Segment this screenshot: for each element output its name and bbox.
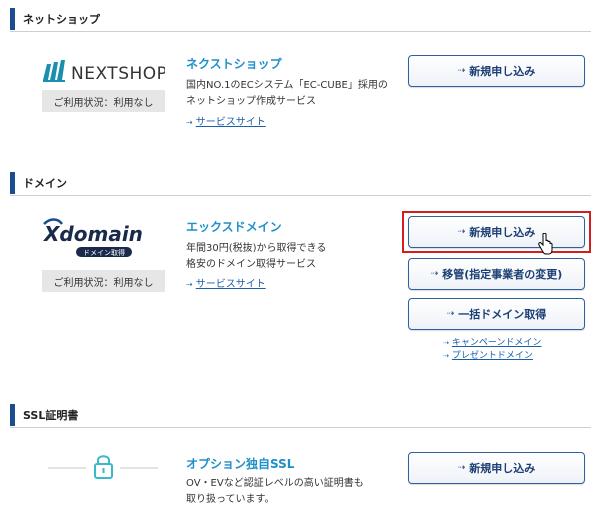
xdomain-logo: Xdomain ドメイン取得	[42, 216, 165, 260]
section-title: ドメイン	[23, 176, 67, 190]
nextshop-apply-button-label: 新規申し込み	[469, 65, 536, 78]
xdomain-name: エックスドメイン	[186, 220, 282, 234]
nextshop-logo: NEXTSHOP	[42, 56, 167, 86]
section-title: ネットショップ	[23, 12, 100, 26]
xdomain-apply-button[interactable]: ⇢ 新規申し込み	[408, 216, 585, 248]
present-domain-link[interactable]: ⇢ プレゼントドメイン	[443, 348, 533, 361]
xdomain-transfer-button[interactable]: ⇢ 移管(指定事業者の変更)	[408, 258, 585, 290]
xdomain-service-link[interactable]: ⇢ サービスサイト	[186, 275, 266, 290]
xdomain-logo-text: Xdomain	[42, 222, 143, 246]
xdomain-bulk-button-label: 一括ドメイン取得	[458, 308, 547, 321]
nextshop-service-link[interactable]: ⇢ サービスサイト	[186, 113, 266, 128]
nextshop-desc-line1: 国内NO.1のECシステム「EC-CUBE」採用の	[186, 80, 388, 91]
section-header-domain: ドメイン	[10, 170, 591, 196]
arrow-icon: ⇢	[443, 352, 449, 360]
mouse-cursor-icon	[537, 232, 553, 259]
nextshop-logo-text: NEXTSHOP	[71, 64, 165, 84]
nextshop-desc: 国内NO.1のECシステム「EC-CUBE」採用の ネットショップ作成サービス	[186, 78, 396, 110]
section-header-netshop: ネットショップ	[10, 6, 591, 32]
section-accent-bar	[10, 403, 15, 426]
arrow-icon: ⇢	[457, 227, 466, 237]
arrow-icon: ⇢	[457, 463, 466, 473]
xdomain-desc-line1: 年間30円(税抜)から取得できる	[186, 243, 327, 254]
lock-icon	[94, 455, 113, 479]
xdomain-desc: 年間30円(税抜)から取得できる 格安のドメイン取得サービス	[186, 241, 396, 273]
campaign-domain-link-label: キャンペーンドメイン	[451, 338, 542, 348]
xdomain-logo-sub: ドメイン取得	[83, 248, 125, 257]
arrow-icon: ⇢	[186, 118, 193, 127]
ssl-desc: OV・EVなど認証レベルの高い証明書も 取り扱っています。	[186, 476, 396, 508]
ssl-desc-line2: 取り扱っています。	[186, 494, 275, 505]
xdomain-service-link-label: サービスサイト	[195, 279, 266, 290]
nextshop-service-link-label: サービスサイト	[195, 117, 266, 128]
section-header-ssl: SSL証明書	[10, 402, 591, 428]
arrow-icon: ⇢	[457, 66, 466, 76]
xdomain-transfer-button-label: 移管(指定事業者の変更)	[442, 268, 563, 281]
campaign-domain-link[interactable]: ⇢ キャンペーンドメイン	[443, 335, 541, 348]
present-domain-link-label: プレゼントドメイン	[451, 351, 533, 361]
xdomain-apply-button-label: 新規申し込み	[469, 226, 536, 239]
section-title: SSL証明書	[23, 408, 79, 422]
nextshop-desc-line2: ネットショップ作成サービス	[186, 96, 316, 107]
section-accent-bar	[10, 7, 15, 30]
arrow-icon: ⇢	[186, 280, 193, 289]
section-accent-bar	[10, 171, 15, 194]
ssl-desc-line1: OV・EVなど認証レベルの高い証明書も	[186, 478, 364, 489]
nextshop-apply-button[interactable]: ⇢ 新規申し込み	[408, 55, 585, 87]
ssl-apply-button[interactable]: ⇢ 新規申し込み	[408, 452, 585, 484]
ssl-apply-button-label: 新規申し込み	[469, 462, 536, 475]
nextshop-name: ネクストショップ	[186, 57, 282, 71]
nextshop-status: ご利用状況：利用なし	[42, 90, 165, 112]
xdomain-desc-line2: 格安のドメイン取得サービス	[186, 259, 316, 270]
ssl-lock-graphic	[42, 452, 165, 482]
arrow-icon: ⇢	[443, 339, 449, 347]
arrow-icon: ⇢	[446, 309, 455, 319]
xdomain-bulk-button[interactable]: ⇢ 一括ドメイン取得	[408, 298, 585, 330]
arrow-icon: ⇢	[430, 269, 439, 279]
xdomain-status: ご利用状況：利用なし	[42, 270, 165, 292]
ssl-name: オプション独自SSL	[186, 457, 295, 471]
